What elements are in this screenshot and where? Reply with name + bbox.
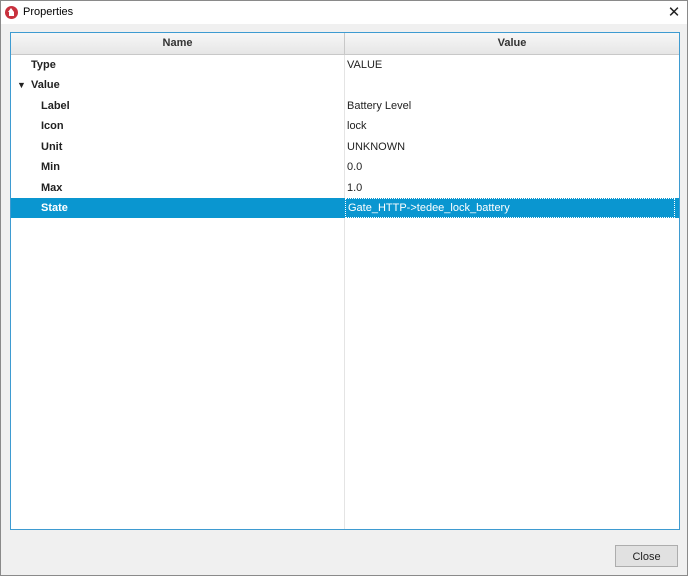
row-value: Battery Level xyxy=(347,100,412,112)
row-value-editable[interactable]: Gate_HTTP->tedee_lock_battery xyxy=(345,198,675,218)
table-row-max[interactable]: Max 1.0 xyxy=(11,178,679,198)
row-value: lock xyxy=(347,120,367,132)
properties-table[interactable]: Name Value Type VALUE ▼ Value Label Batt… xyxy=(10,32,680,530)
row-name: Unit xyxy=(41,141,63,153)
row-name: State xyxy=(41,202,68,214)
row-name: Label xyxy=(41,100,70,112)
close-icon[interactable]: ✕ xyxy=(661,1,687,24)
table-row-label[interactable]: Label Battery Level xyxy=(11,96,679,116)
row-value xyxy=(347,75,677,95)
close-button[interactable]: Close xyxy=(615,545,678,567)
table-row-state[interactable]: State Gate_HTTP->tedee_lock_battery xyxy=(11,198,679,218)
home-icon xyxy=(5,6,18,19)
table-row-min[interactable]: Min 0.0 xyxy=(11,157,679,177)
table-header: Name Value xyxy=(11,33,679,55)
row-name: Max xyxy=(41,182,63,194)
row-value: UNKNOWN xyxy=(347,141,406,153)
table-row-unit[interactable]: Unit UNKNOWN xyxy=(11,137,679,157)
table-row-value-group[interactable]: ▼ Value xyxy=(11,75,679,95)
row-value: 0.0 xyxy=(347,161,363,173)
row-name: Min xyxy=(41,161,60,173)
column-header-value[interactable]: Value xyxy=(345,33,679,54)
window-title: Properties xyxy=(23,6,74,18)
row-value: 1.0 xyxy=(347,182,363,194)
title-bar: Properties ✕ xyxy=(1,1,687,24)
table-row-type[interactable]: Type VALUE xyxy=(11,55,679,75)
row-name: Icon xyxy=(41,120,64,132)
row-value: VALUE xyxy=(347,59,383,71)
properties-window: Properties ✕ Name Value Type VALUE ▼ Val… xyxy=(0,0,688,576)
row-name: Type xyxy=(31,59,56,71)
column-header-name[interactable]: Name xyxy=(11,33,345,54)
table-row-icon[interactable]: Icon lock xyxy=(11,116,679,136)
row-name: Value xyxy=(31,79,60,91)
